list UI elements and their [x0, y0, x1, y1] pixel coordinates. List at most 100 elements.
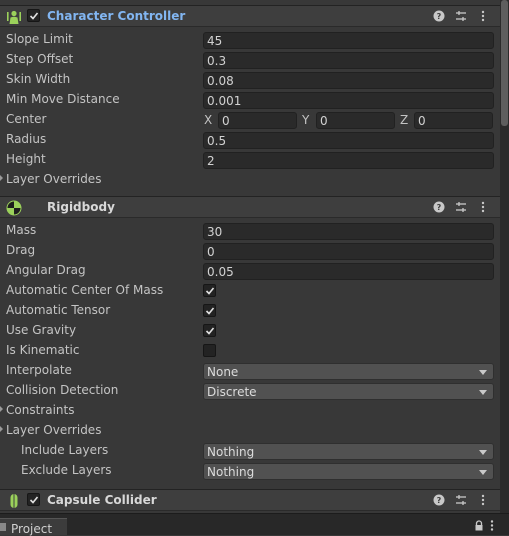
help-icon[interactable]: ?	[432, 9, 446, 23]
exclude-layers-value: Nothing	[207, 465, 255, 479]
chevron-down-icon	[479, 390, 487, 395]
kebab-menu-icon[interactable]	[490, 520, 494, 534]
center-x-field[interactable]: 0	[218, 112, 297, 129]
center-z-field[interactable]: 0	[414, 112, 493, 129]
help-icon[interactable]: ?	[432, 493, 446, 507]
collision-detection-row: Collision Detection Discrete	[0, 381, 500, 401]
min-move-distance-label: Min Move Distance	[6, 92, 120, 106]
kebab-menu-icon[interactable]	[476, 9, 490, 23]
folder-icon	[0, 523, 6, 531]
center-label: Center	[6, 112, 47, 126]
presets-icon[interactable]	[454, 9, 468, 23]
radius-label: Radius	[6, 132, 47, 146]
interpolate-dropdown[interactable]: None	[203, 363, 494, 380]
chevron-down-icon	[479, 450, 487, 455]
include-layers-value: Nothing	[207, 445, 255, 459]
character-controller-header[interactable]: Character Controller ?	[0, 5, 500, 27]
drag-field[interactable]: 0	[203, 243, 494, 260]
skin-width-row: Skin Width 0.08	[0, 70, 500, 90]
center-x-label[interactable]: X	[204, 113, 212, 127]
character-controller-enabled-checkbox[interactable]	[27, 9, 40, 22]
automatic-center-of-mass-checkbox[interactable]	[203, 284, 216, 297]
rigidbody-header[interactable]: Rigidbody ?	[0, 196, 500, 218]
kebab-menu-icon[interactable]	[476, 493, 490, 507]
slope-limit-field[interactable]: 45	[203, 32, 494, 49]
slope-limit-row: Slope Limit 45	[0, 30, 500, 50]
angular-drag-field[interactable]: 0.05	[203, 263, 494, 280]
kebab-menu-icon[interactable]	[476, 200, 490, 214]
center-z-label[interactable]: Z	[400, 113, 408, 127]
height-label: Height	[6, 152, 46, 166]
slope-limit-label: Slope Limit	[6, 32, 73, 46]
step-offset-row: Step Offset 0.3	[0, 50, 500, 70]
skin-width-field[interactable]: 0.08	[203, 72, 494, 89]
component-title: Character Controller	[47, 9, 186, 23]
presets-icon[interactable]	[454, 200, 468, 214]
interpolate-row: Interpolate None	[0, 361, 500, 381]
automatic-tensor-checkbox[interactable]	[203, 304, 216, 317]
interpolate-value: None	[207, 365, 239, 379]
min-move-distance-row: Min Move Distance 0.001	[0, 90, 500, 110]
help-icon[interactable]: ?	[432, 200, 446, 214]
lock-icon[interactable]	[474, 520, 484, 534]
use-gravity-checkbox[interactable]	[203, 324, 216, 337]
collision-detection-value: Discrete	[207, 385, 257, 399]
center-row: Center X 0 Y 0 Z 0	[0, 110, 500, 130]
cc-layer-overrides-row[interactable]: Layer Overrides	[0, 170, 500, 190]
scrollbar-thumb[interactable]	[501, 0, 508, 126]
height-row: Height 2	[0, 150, 500, 170]
chevron-down-icon	[479, 470, 487, 475]
cc-layer-overrides-label[interactable]: Layer Overrides	[6, 172, 101, 186]
chevron-down-icon	[479, 370, 487, 375]
rb-layer-overrides-label[interactable]: Layer Overrides	[6, 423, 101, 437]
drag-row: Drag 0	[0, 241, 500, 261]
height-field[interactable]: 2	[203, 152, 494, 169]
step-offset-field[interactable]: 0.3	[203, 52, 494, 69]
component-title: Rigidbody	[47, 200, 115, 214]
include-layers-dropdown[interactable]: Nothing	[203, 443, 494, 460]
exclude-layers-row: Exclude Layers Nothing	[0, 461, 500, 481]
mass-row: Mass 30	[0, 221, 500, 241]
use-gravity-label: Use Gravity	[6, 323, 77, 337]
include-layers-row: Include Layers Nothing	[0, 441, 500, 461]
radius-row: Radius 0.5	[0, 130, 500, 150]
rb-layer-overrides-row[interactable]: Layer Overrides	[0, 421, 500, 441]
is-kinematic-row: Is Kinematic	[0, 341, 500, 361]
svg-text:?: ?	[437, 203, 442, 212]
interpolate-label: Interpolate	[6, 363, 72, 377]
constraints-label[interactable]: Constraints	[6, 403, 74, 417]
center-y-field[interactable]: 0	[316, 112, 395, 129]
angular-drag-row: Angular Drag 0.05	[0, 261, 500, 281]
foldout-arrow-icon[interactable]	[0, 406, 3, 412]
use-gravity-row: Use Gravity	[0, 321, 500, 341]
collision-detection-dropdown[interactable]: Discrete	[203, 383, 494, 400]
radius-field[interactable]: 0.5	[203, 132, 494, 149]
presets-icon[interactable]	[454, 493, 468, 507]
automatic-tensor-row: Automatic Tensor	[0, 301, 500, 321]
capsule-collider-header[interactable]: Capsule Collider ?	[0, 489, 500, 511]
bottom-panel-bar: Project	[0, 513, 509, 536]
foldout-arrow-icon[interactable]	[0, 426, 3, 432]
svg-text:?: ?	[437, 496, 442, 505]
character-controller-icon	[6, 9, 22, 25]
svg-text:?: ?	[437, 12, 442, 21]
skin-width-label: Skin Width	[6, 72, 71, 86]
include-layers-label: Include Layers	[21, 443, 109, 457]
exclude-layers-dropdown[interactable]: Nothing	[203, 463, 494, 480]
automatic-center-of-mass-row: Automatic Center Of Mass	[0, 281, 500, 301]
step-offset-label: Step Offset	[6, 52, 74, 66]
collision-detection-label: Collision Detection	[6, 383, 119, 397]
rigidbody-icon	[6, 200, 22, 216]
vertical-scrollbar[interactable]	[500, 0, 509, 534]
angular-drag-label: Angular Drag	[6, 263, 86, 277]
capsule-collider-icon	[6, 493, 22, 509]
tab-project[interactable]: Project	[0, 518, 67, 536]
constraints-row[interactable]: Constraints	[0, 401, 500, 421]
min-move-distance-field[interactable]: 0.001	[203, 92, 494, 109]
foldout-arrow-icon[interactable]	[0, 175, 3, 181]
mass-field[interactable]: 30	[203, 223, 494, 240]
is-kinematic-checkbox[interactable]	[203, 344, 216, 357]
is-kinematic-label: Is Kinematic	[6, 343, 80, 357]
center-y-label[interactable]: Y	[302, 113, 309, 127]
capsule-collider-enabled-checkbox[interactable]	[27, 493, 40, 506]
